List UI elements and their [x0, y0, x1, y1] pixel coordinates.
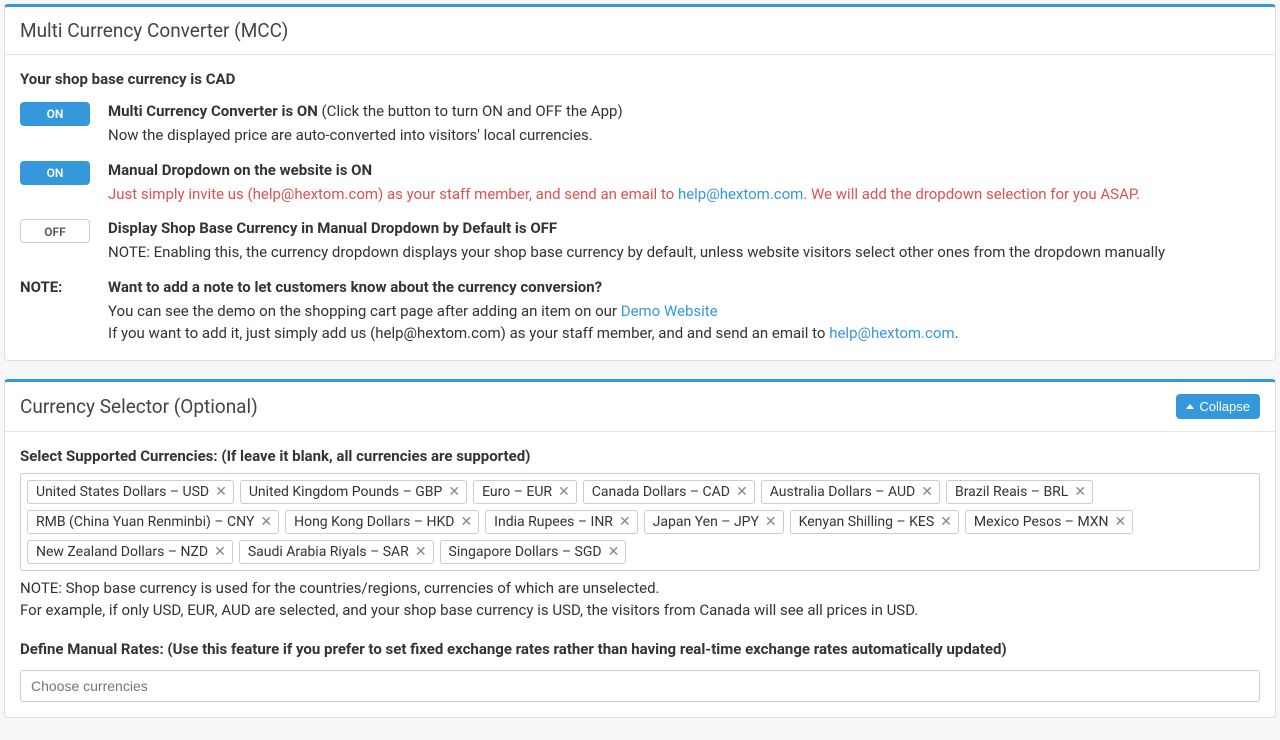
remove-icon[interactable]: ✕ — [608, 545, 620, 559]
setting-dropdown: ON Manual Dropdown on the website is ON … — [20, 161, 1260, 206]
panel-header: Currency Selector (Optional) Collapse — [5, 382, 1275, 432]
setting-note: NOTE: Want to add a note to let customer… — [20, 278, 1260, 345]
note-line2: If you want to add it, just simply add u… — [108, 322, 1260, 345]
remove-icon[interactable]: ✕ — [765, 515, 777, 529]
currency-tag-label: Japan Yen – JPY — [653, 514, 759, 530]
panel-title: Currency Selector (Optional) — [20, 395, 258, 418]
currency-tag[interactable]: New Zealand Dollars – NZD ✕ — [27, 540, 233, 564]
converter-desc: Now the displayed price are auto-convert… — [108, 124, 1260, 147]
currency-tag[interactable]: Saudi Arabia Riyals – SAR ✕ — [239, 540, 434, 564]
help-email-link-2[interactable]: help@hextom.com — [829, 324, 954, 342]
demo-website-link[interactable]: Demo Website — [621, 302, 718, 320]
currency-tag-label: United States Dollars – USD — [36, 484, 209, 500]
currency-tag-label: United Kingdom Pounds – GBP — [249, 484, 443, 500]
currency-tag[interactable]: Australia Dollars – AUD ✕ — [761, 480, 940, 504]
panel-header: Multi Currency Converter (MCC) — [5, 7, 1275, 55]
select-currencies-label: Select Supported Currencies: (If leave i… — [20, 447, 1260, 465]
remove-icon[interactable]: ✕ — [215, 485, 227, 499]
currency-tag-input[interactable]: United States Dollars – USD✕United Kingd… — [20, 473, 1260, 571]
dropdown-toggle[interactable]: ON — [20, 161, 90, 185]
remove-icon[interactable]: ✕ — [448, 485, 460, 499]
currency-tag-label: Kenyan Shilling – KES — [799, 514, 935, 530]
base-currency-text: Your shop base currency is CAD — [20, 70, 1260, 88]
remove-icon[interactable]: ✕ — [921, 485, 933, 499]
display-base-title: Display Shop Base Currency in Manual Dro… — [108, 219, 1260, 237]
display-base-toggle[interactable]: OFF — [20, 219, 90, 243]
currency-tag[interactable]: Brazil Reais – BRL ✕ — [946, 480, 1093, 504]
chevron-up-icon — [1186, 404, 1194, 409]
currency-tag-label: Canada Dollars – CAD — [592, 484, 730, 500]
panel-body: Select Supported Currencies: (If leave i… — [5, 432, 1275, 717]
currency-tag-label: New Zealand Dollars – NZD — [36, 544, 208, 560]
currency-hint-1: NOTE: Shop base currency is used for the… — [20, 577, 1260, 600]
panel-body: Your shop base currency is CAD ON Multi … — [5, 55, 1275, 360]
currency-tag[interactable]: Japan Yen – JPY ✕ — [644, 510, 784, 534]
currency-tag[interactable]: Canada Dollars – CAD ✕ — [583, 480, 755, 504]
remove-icon[interactable]: ✕ — [460, 515, 472, 529]
manual-rates-label: Define Manual Rates: (Use this feature i… — [20, 640, 1260, 658]
currency-tag[interactable]: India Rupees – INR ✕ — [485, 510, 638, 534]
currency-selector-panel: Currency Selector (Optional) Collapse Se… — [4, 379, 1276, 718]
remove-icon[interactable]: ✕ — [214, 545, 226, 559]
currency-tag[interactable]: Mexico Pesos – MXN ✕ — [965, 510, 1133, 534]
manual-rates-input[interactable] — [20, 670, 1260, 702]
currency-tag[interactable]: United Kingdom Pounds – GBP ✕ — [240, 480, 467, 504]
help-email-link[interactable]: help@hextom.com — [678, 185, 803, 203]
dropdown-desc: Just simply invite us (help@hextom.com) … — [108, 183, 1260, 206]
currency-hint-2: For example, if only USD, EUR, AUD are s… — [20, 599, 1260, 622]
currency-tag-label: Hong Kong Dollars – HKD — [294, 514, 454, 530]
remove-icon[interactable]: ✕ — [619, 515, 631, 529]
panel-title: Multi Currency Converter (MCC) — [20, 19, 288, 42]
currency-tag-label: Saudi Arabia Riyals – SAR — [248, 544, 409, 560]
currency-tag-label: Brazil Reais – BRL — [955, 484, 1068, 500]
setting-display-base: OFF Display Shop Base Currency in Manual… — [20, 219, 1260, 264]
currency-tag-label: Australia Dollars – AUD — [770, 484, 916, 500]
remove-icon[interactable]: ✕ — [415, 545, 427, 559]
mcc-panel: Multi Currency Converter (MCC) Your shop… — [4, 4, 1276, 361]
currency-tag-label: India Rupees – INR — [494, 514, 613, 530]
remove-icon[interactable]: ✕ — [558, 485, 570, 499]
collapse-button[interactable]: Collapse — [1176, 394, 1260, 419]
note-line1: You can see the demo on the shopping car… — [108, 300, 1260, 323]
currency-tag[interactable]: Kenyan Shilling – KES ✕ — [790, 510, 959, 534]
remove-icon[interactable]: ✕ — [1074, 485, 1086, 499]
currency-tag-label: Mexico Pesos – MXN — [974, 514, 1109, 530]
converter-title: Multi Currency Converter is ON (Click th… — [108, 102, 1260, 120]
currency-tag-label: RMB (China Yuan Renminbi) – CNY — [36, 514, 254, 530]
remove-icon[interactable]: ✕ — [940, 515, 952, 529]
currency-tag-label: Singapore Dollars – SGD — [449, 544, 602, 560]
display-base-desc: NOTE: Enabling this, the currency dropdo… — [108, 241, 1260, 264]
converter-toggle[interactable]: ON — [20, 102, 90, 126]
note-label: NOTE: — [20, 278, 92, 296]
currency-tag[interactable]: Hong Kong Dollars – HKD ✕ — [285, 510, 479, 534]
remove-icon[interactable]: ✕ — [260, 515, 272, 529]
remove-icon[interactable]: ✕ — [1115, 515, 1127, 529]
currency-tag-label: Euro – EUR — [482, 484, 552, 500]
setting-converter: ON Multi Currency Converter is ON (Click… — [20, 102, 1260, 147]
currency-tag[interactable]: Singapore Dollars – SGD ✕ — [440, 540, 627, 564]
remove-icon[interactable]: ✕ — [736, 485, 748, 499]
note-title: Want to add a note to let customers know… — [108, 278, 1260, 296]
currency-tag[interactable]: United States Dollars – USD ✕ — [27, 480, 234, 504]
dropdown-title: Manual Dropdown on the website is ON — [108, 161, 1260, 179]
currency-tag[interactable]: Euro – EUR ✕ — [473, 480, 577, 504]
currency-tag[interactable]: RMB (China Yuan Renminbi) – CNY ✕ — [27, 510, 279, 534]
